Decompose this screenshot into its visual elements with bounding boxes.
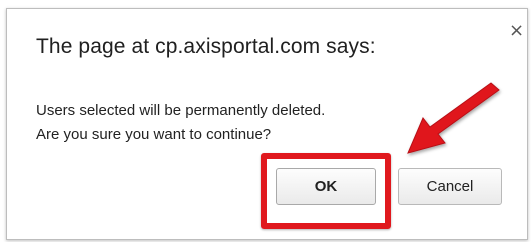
message-line: Are you sure you want to continue? bbox=[36, 126, 272, 143]
dialog-title: The page at cp.axisportal.com says: bbox=[36, 35, 376, 58]
message-line: Users selected will be permanently delet… bbox=[36, 102, 326, 119]
cancel-button[interactable]: Cancel bbox=[398, 168, 502, 205]
close-icon[interactable]: × bbox=[509, 22, 524, 40]
dialog-message: Users selected will be permanently delet… bbox=[36, 99, 325, 147]
highlight-box bbox=[261, 153, 391, 229]
